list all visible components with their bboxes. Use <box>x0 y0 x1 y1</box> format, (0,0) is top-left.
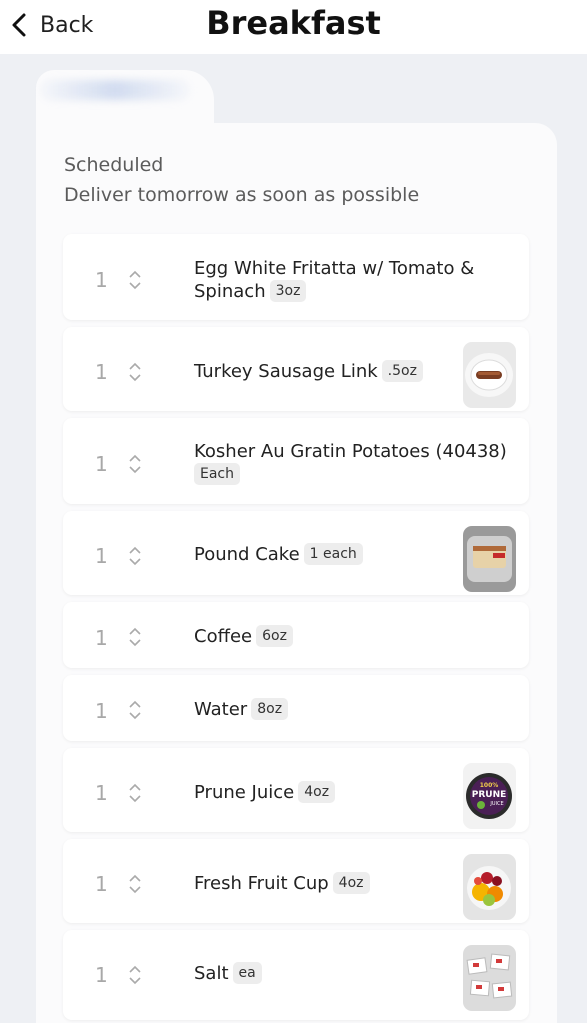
quantity-value: 1 <box>95 872 108 896</box>
item-name-text: Water <box>194 699 248 720</box>
meal-tab-blurred-label <box>40 80 190 100</box>
top-bar: Back Breakfast <box>0 0 587 54</box>
quantity-value: 1 <box>95 360 108 384</box>
quantity-value: 1 <box>95 963 108 987</box>
item-name-text: Pound Cake <box>194 544 300 565</box>
salt-packets-photo[interactable] <box>463 945 516 1011</box>
quantity-stepper-icon[interactable] <box>127 874 143 894</box>
item-name-text: Kosher Au Gratin Potatoes (40438) <box>194 441 507 462</box>
svg-text:100%: 100% <box>480 782 499 789</box>
quantity-stepper-icon[interactable] <box>127 546 143 566</box>
quantity-value: 1 <box>95 544 108 568</box>
quantity-stepper-icon[interactable] <box>127 270 143 290</box>
item-name-text: Coffee <box>194 626 253 647</box>
item-name-text: Prune Juice <box>194 782 295 803</box>
portion-badge: 4oz <box>332 872 370 894</box>
item-name: Coffee 6oz <box>194 625 514 648</box>
item-name-text: Salt <box>194 963 229 984</box>
portion-badge: 1 each <box>303 543 363 565</box>
quantity-stepper-icon[interactable] <box>127 965 143 985</box>
svg-text:JUICE: JUICE <box>489 801 503 807</box>
item-name: Kosher Au Gratin Potatoes (40438) Each <box>194 440 514 486</box>
pound-cake-photo[interactable] <box>463 526 516 592</box>
item-name-text: Fresh Fruit Cup <box>194 873 329 894</box>
portion-badge: 8oz <box>251 698 289 720</box>
schedule-label: Scheduled <box>64 154 164 176</box>
prune-juice-photo[interactable]: 100% PRUNE JUICE <box>463 763 516 829</box>
page-title: Breakfast <box>206 4 381 42</box>
portion-badge: 3oz <box>269 280 307 302</box>
item-name: Egg White Fritatta w/ Tomato & Spinach 3o… <box>194 257 514 303</box>
schedule-subtitle: Deliver tomorrow as soon as possible <box>64 184 420 206</box>
svg-text:PRUNE: PRUNE <box>472 790 507 800</box>
item-name-text: Turkey Sausage Link <box>194 361 378 382</box>
quantity-value: 1 <box>95 781 108 805</box>
portion-badge: 4oz <box>298 781 336 803</box>
quantity-stepper-icon[interactable] <box>127 362 143 382</box>
quantity-value: 1 <box>95 268 108 292</box>
quantity-value: 1 <box>95 699 108 723</box>
portion-badge: 6oz <box>256 625 293 647</box>
item-name-line1: Egg White Fritatta w/ Tomato & <box>194 258 475 279</box>
sausage-photo[interactable] <box>463 342 516 408</box>
quantity-value: 1 <box>95 626 108 650</box>
quantity-stepper-icon[interactable] <box>127 454 143 474</box>
item-name: Water 8oz <box>194 698 514 721</box>
portion-badge: Each <box>194 463 240 485</box>
portion-badge: .5oz <box>381 360 423 382</box>
quantity-value: 1 <box>95 452 108 476</box>
quantity-stepper-icon[interactable] <box>127 700 143 720</box>
quantity-stepper-icon[interactable] <box>127 783 143 803</box>
quantity-stepper-icon[interactable] <box>127 627 143 647</box>
fruit-cup-photo[interactable] <box>463 854 516 920</box>
portion-badge: ea <box>232 962 262 984</box>
item-name-line2: Spinach <box>194 281 266 302</box>
